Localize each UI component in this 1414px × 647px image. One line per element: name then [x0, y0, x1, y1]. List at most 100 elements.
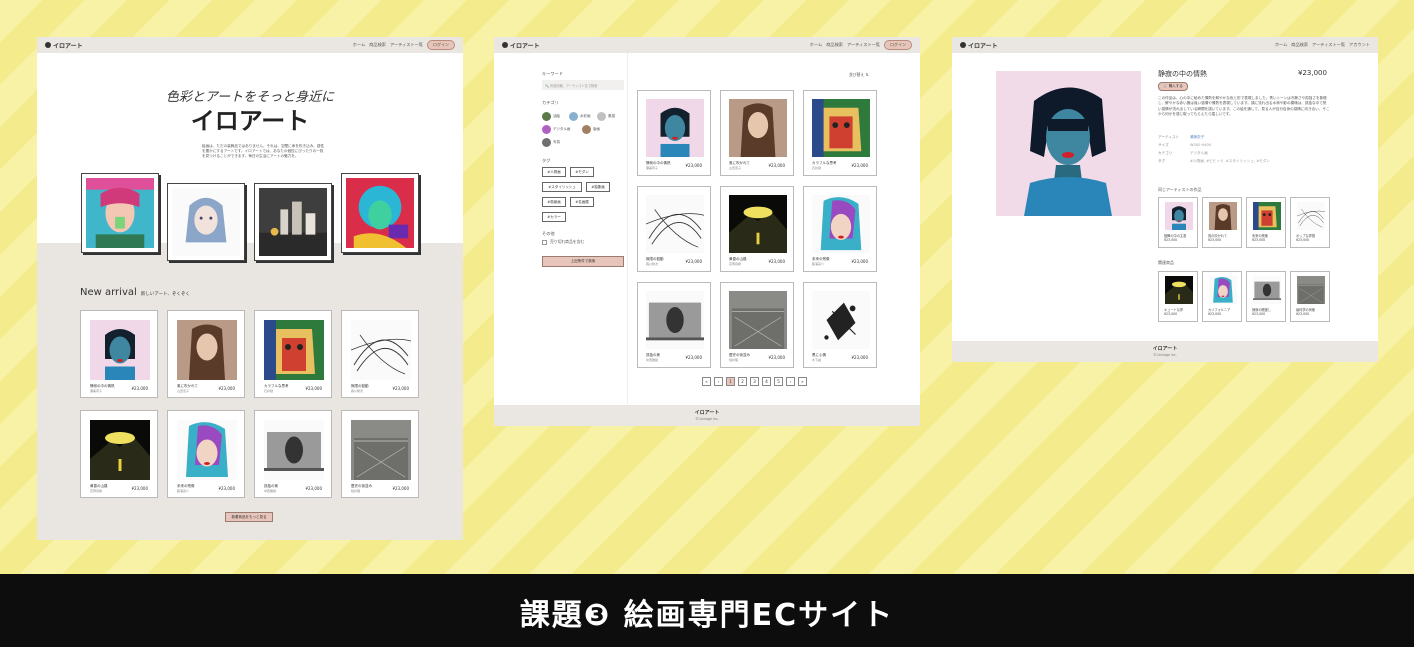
- nav-account[interactable]: アカウント: [1349, 42, 1370, 48]
- hero-title: イロアート: [190, 107, 310, 135]
- product-card[interactable]: 孤独の美 中西雅樹 ¥23,000: [254, 410, 332, 498]
- featured-art-4[interactable]: [341, 173, 419, 253]
- search-button[interactable]: 上記条件で検索: [542, 256, 624, 267]
- product-card[interactable]: 未来の残像 藤浦亮介 ¥23,000: [803, 186, 877, 272]
- page-button[interactable]: 5: [774, 377, 783, 386]
- more-products-button[interactable]: 新着商品をもっと見る: [225, 512, 273, 522]
- product-mini-card[interactable]: カリフォルニア ¥23,000: [1202, 271, 1242, 322]
- nav-home[interactable]: ホーム: [353, 42, 365, 48]
- same-artist-heading: 同じアーティストの作品: [1158, 187, 1202, 192]
- art-thumbnail: [646, 99, 704, 157]
- sort-dropdown[interactable]: 並び替え ⇅: [849, 72, 869, 78]
- product-card[interactable]: 静寂の中の情熱 瀬美奈子 ¥23,000: [80, 310, 158, 398]
- category-item[interactable]: 素描: [597, 112, 615, 121]
- tag-button[interactable]: #抽象画: [586, 182, 610, 192]
- product-mini-card[interactable]: 鼓舞の中の主張 ¥23,000: [1158, 197, 1198, 248]
- palette-icon: [960, 42, 966, 48]
- product-image: [812, 195, 870, 253]
- product-card[interactable]: 黄昏の山路 花岡真希 ¥23,000: [80, 410, 158, 498]
- tag-button[interactable]: #風景画: [542, 197, 566, 207]
- login-button[interactable]: ログイン: [884, 40, 912, 50]
- art-image: [259, 188, 327, 256]
- product-mini-card[interactable]: ポップな夢想 ¥23,000: [1290, 197, 1330, 248]
- product-card[interactable]: 静寂の中の情熱 瀬美奈子 ¥23,000: [637, 90, 711, 176]
- product-card[interactable]: 未来の残像 藤浦亮介 ¥23,000: [167, 410, 245, 498]
- featured-art-2[interactable]: [167, 183, 245, 261]
- product-mini-card[interactable]: 未来の残像 ¥23,000: [1246, 197, 1286, 248]
- page-button[interactable]: ‹: [714, 377, 723, 386]
- page-button[interactable]: 1: [726, 377, 735, 386]
- nav-home[interactable]: ホーム: [810, 42, 822, 48]
- nav-search[interactable]: 商品検索: [369, 42, 386, 48]
- product-card[interactable]: 風に吹かれて 山田恵子 ¥23,000: [720, 90, 794, 176]
- product-mini-card[interactable]: キュートな夢 ¥23,000: [1158, 271, 1198, 322]
- featured-art-1[interactable]: [81, 173, 159, 253]
- keyword-input[interactable]: 🔍 作品情報、アーティスト名で検索: [542, 80, 624, 90]
- logo[interactable]: イロアート: [45, 41, 83, 50]
- product-image: [646, 99, 704, 157]
- logo[interactable]: イロアート: [960, 41, 998, 50]
- product-price: ¥23,000: [768, 355, 785, 360]
- spec-row: カテゴリ デジタル画: [1158, 151, 1208, 155]
- tag-button[interactable]: #モダン: [570, 167, 594, 177]
- nav-search[interactable]: 商品検索: [1291, 42, 1308, 48]
- product-card[interactable]: 歴史の街並み 桃井理 ¥23,000: [341, 410, 419, 498]
- product-mini-card[interactable]: 静寂の眼差し ¥23,000: [1246, 271, 1286, 322]
- add-to-cart-button[interactable]: 🛒 購入する: [1158, 82, 1188, 91]
- page-button[interactable]: »: [798, 377, 807, 386]
- art-thumbnail: [177, 320, 237, 380]
- product-artist: 石井健: [264, 389, 274, 393]
- nav-artists[interactable]: アーティスト一覧: [847, 42, 880, 48]
- product-card[interactable]: カラフルな思考 石井健 ¥23,000: [254, 310, 332, 398]
- page-button[interactable]: «: [702, 377, 711, 386]
- nav-search[interactable]: 商品検索: [826, 42, 843, 48]
- tag-button[interactable]: #スタイリッシュ: [542, 182, 582, 192]
- product-artist: 桃井理: [729, 358, 739, 362]
- product-card[interactable]: 無限の鼓動 森川隆次 ¥23,000: [341, 310, 419, 398]
- featured-art-3[interactable]: [254, 183, 332, 261]
- page-button[interactable]: 3: [750, 377, 759, 386]
- art-thumbnail: [1253, 276, 1281, 304]
- product-price: ¥23,000: [851, 163, 868, 168]
- product-mini-card[interactable]: 風の吹かれて ¥23,000: [1202, 197, 1242, 248]
- art-thumbnail: [645, 195, 705, 253]
- product-image: [645, 195, 705, 253]
- product-price: ¥23,000: [685, 259, 702, 264]
- art-thumbnail: [90, 320, 150, 380]
- product-card[interactable]: 歴史の街並み 桃井理 ¥23,000: [720, 282, 794, 368]
- category-item[interactable]: 油絵: [542, 112, 560, 121]
- page-button[interactable]: ›: [786, 377, 795, 386]
- product-price: ¥23,000: [685, 355, 702, 360]
- category-item[interactable]: 水彩画: [569, 112, 591, 121]
- art-thumbnail: [729, 195, 787, 253]
- product-card[interactable]: 黒に心情 木下誠 ¥23,000: [803, 282, 877, 368]
- category-item[interactable]: 写真: [542, 138, 560, 147]
- product-card[interactable]: カラフルな思考 石井健 ¥23,000: [803, 90, 877, 176]
- product-image: [90, 420, 150, 480]
- product-image: [1252, 276, 1282, 304]
- tag-button[interactable]: #人物画: [542, 167, 566, 177]
- product-artist: 中西雅樹: [646, 358, 659, 362]
- product-card[interactable]: 風に吹かれて 山田恵子 ¥23,000: [167, 310, 245, 398]
- login-button[interactable]: ログイン: [427, 40, 455, 50]
- product-card[interactable]: 孤独の美 中西雅樹 ¥23,000: [637, 282, 711, 368]
- nav-artists[interactable]: アーティスト一覧: [390, 42, 423, 48]
- page-button[interactable]: 4: [762, 377, 771, 386]
- category-item[interactable]: デジタル画: [542, 125, 570, 134]
- category-item[interactable]: 版画: [582, 125, 600, 134]
- tag-button[interactable]: #カラー: [542, 212, 566, 222]
- page-button[interactable]: 2: [738, 377, 747, 386]
- nav-home[interactable]: ホーム: [1275, 42, 1287, 48]
- spec-row: サイズ W300 H400: [1158, 143, 1212, 147]
- logo[interactable]: イロアート: [502, 41, 540, 50]
- product-price: ¥23,000: [218, 386, 235, 391]
- product-price: ¥23,000: [218, 486, 235, 491]
- product-mini-card[interactable]: 幾何学の肖像 ¥23,000: [1290, 271, 1330, 322]
- product-card[interactable]: 黄昏の山路 花岡真希 ¥23,000: [720, 186, 794, 272]
- nav-artists[interactable]: アーティスト一覧: [1312, 42, 1345, 48]
- product-artist: 森川隆次: [646, 262, 659, 266]
- product-card[interactable]: 無限の鼓動 森川隆次 ¥23,000: [637, 186, 711, 272]
- product-price: ¥23,000: [392, 486, 409, 491]
- tag-button[interactable]: #名画展: [570, 197, 594, 207]
- sold-out-checkbox[interactable]: 売り切れ商品を含む: [542, 239, 584, 245]
